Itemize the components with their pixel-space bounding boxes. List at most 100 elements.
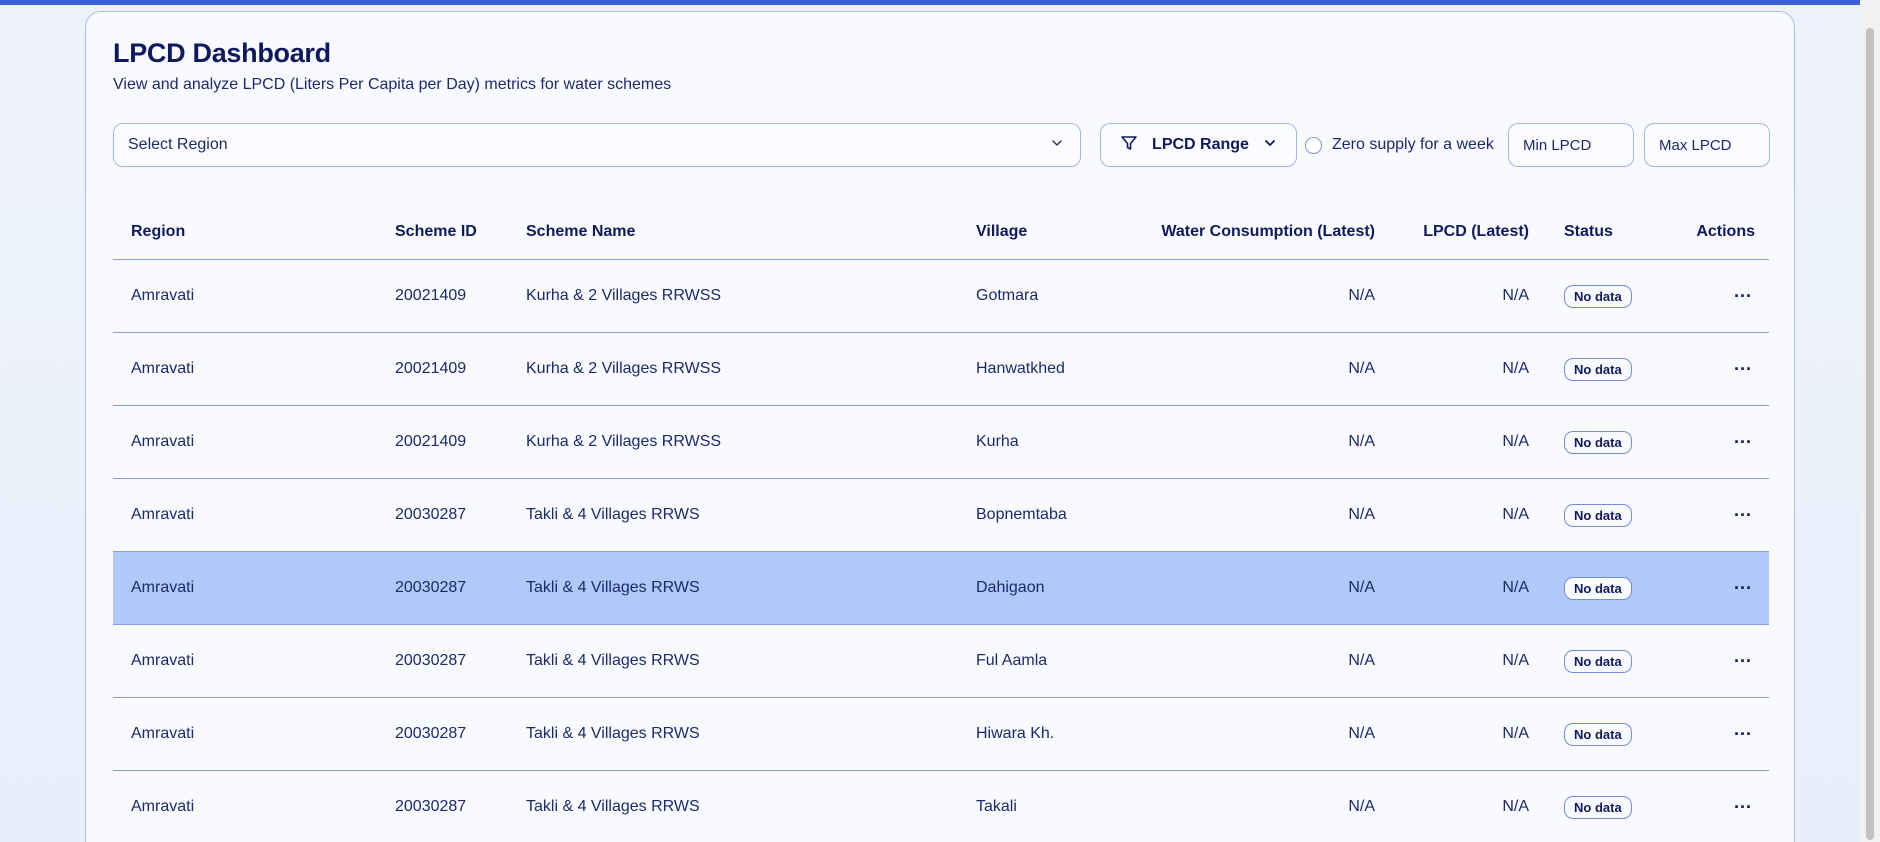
- cell-status: No data: [1529, 770, 1686, 842]
- cell-scheme-name: Takli & 4 Villages RRWS: [526, 624, 976, 698]
- cell-actions: ···: [1686, 551, 1769, 625]
- cell-scheme-id: 20021409: [395, 332, 526, 406]
- more-options-icon[interactable]: ···: [1731, 286, 1755, 307]
- cell-region: Amravati: [113, 405, 395, 479]
- column-header-region[interactable]: Region: [113, 204, 395, 260]
- cell-scheme-id: 20030287: [395, 478, 526, 552]
- min-lpcd-input[interactable]: [1508, 123, 1634, 167]
- cell-lpcd: N/A: [1375, 405, 1529, 479]
- chevron-down-icon: [1263, 136, 1277, 155]
- cell-scheme-id: 20030287: [395, 770, 526, 842]
- filter-icon: [1120, 134, 1138, 157]
- cell-lpcd: N/A: [1375, 697, 1529, 771]
- lpcd-range-button[interactable]: LPCD Range: [1100, 123, 1297, 167]
- top-accent-bar: [0, 0, 1880, 5]
- table-row[interactable]: Amravati 20030287 Takli & 4 Villages RRWS B…: [113, 478, 1769, 552]
- table-row[interactable]: Amravati 20030287 Takli & 4 Villages RRWS T…: [113, 770, 1769, 842]
- scrollbar-thumb[interactable]: [1866, 28, 1874, 840]
- column-header-water-consumption[interactable]: Water Consumption (Latest): [1146, 204, 1375, 260]
- status-badge: No data: [1564, 795, 1632, 819]
- cell-scheme-name: Kurha & 2 Villages RRWSS: [526, 405, 976, 479]
- table-header-row: Region Scheme ID Scheme Name Village Wat…: [113, 204, 1769, 260]
- dashboard-card: LPCD Dashboard View and analyze LPCD (Li…: [85, 11, 1795, 842]
- cell-scheme-name: Takli & 4 Villages RRWS: [526, 697, 976, 771]
- zero-supply-label: Zero supply for a week: [1332, 136, 1494, 153]
- more-options-icon[interactable]: ···: [1731, 578, 1755, 599]
- table-row[interactable]: Amravati 20021409 Kurha & 2 Villages RRWSS…: [113, 259, 1769, 333]
- cell-lpcd: N/A: [1375, 332, 1529, 406]
- more-options-icon[interactable]: ···: [1731, 797, 1755, 818]
- cell-scheme-name: Kurha & 2 Villages RRWSS: [526, 332, 976, 406]
- column-header-scheme-name[interactable]: Scheme Name: [526, 204, 976, 260]
- cell-scheme-name: Takli & 4 Villages RRWS: [526, 551, 976, 625]
- table-row[interactable]: Amravati 20021409 Kurha & 2 Villages RRWSS…: [113, 405, 1769, 479]
- column-header-village[interactable]: Village: [976, 204, 1146, 260]
- status-badge: No data: [1564, 357, 1632, 381]
- more-options-icon[interactable]: ···: [1731, 432, 1755, 453]
- cell-water-consumption: N/A: [1146, 697, 1375, 771]
- cell-village: Takali: [976, 770, 1146, 842]
- cell-water-consumption: N/A: [1146, 551, 1375, 625]
- cell-status: No data: [1529, 624, 1686, 698]
- max-lpcd-input[interactable]: [1644, 123, 1770, 167]
- column-header-lpcd[interactable]: LPCD (Latest): [1375, 204, 1529, 260]
- cell-actions: ···: [1686, 478, 1769, 552]
- cell-village: Dahigaon: [976, 551, 1146, 625]
- status-badge: No data: [1564, 503, 1632, 527]
- zero-supply-radio[interactable]: [1305, 136, 1322, 154]
- cell-status: No data: [1529, 405, 1686, 479]
- status-badge: No data: [1564, 722, 1632, 746]
- column-header-status[interactable]: Status: [1529, 204, 1686, 260]
- more-options-icon[interactable]: ···: [1731, 505, 1755, 526]
- cell-scheme-id: 20030287: [395, 551, 526, 625]
- page-subtitle: View and analyze LPCD (Liters Per Capita…: [113, 76, 672, 93]
- status-badge: No data: [1564, 430, 1632, 454]
- cell-region: Amravati: [113, 697, 395, 771]
- cell-scheme-id: 20021409: [395, 259, 526, 333]
- more-options-icon[interactable]: ···: [1731, 651, 1755, 672]
- chevron-down-icon: [1050, 136, 1064, 155]
- cell-water-consumption: N/A: [1146, 478, 1375, 552]
- cell-village: Kurha: [976, 405, 1146, 479]
- cell-actions: ···: [1686, 770, 1769, 842]
- cell-status: No data: [1529, 259, 1686, 333]
- cell-status: No data: [1529, 332, 1686, 406]
- region-select[interactable]: Select Region: [113, 123, 1081, 167]
- cell-status: No data: [1529, 551, 1686, 625]
- cell-actions: ···: [1686, 405, 1769, 479]
- cell-status: No data: [1529, 697, 1686, 771]
- cell-water-consumption: N/A: [1146, 332, 1375, 406]
- zero-supply-option[interactable]: Zero supply for a week: [1305, 123, 1494, 167]
- cell-village: Gotmara: [976, 259, 1146, 333]
- cell-scheme-name: Kurha & 2 Villages RRWSS: [526, 259, 976, 333]
- cell-scheme-id: 20030287: [395, 624, 526, 698]
- cell-village: Bopnemtaba: [976, 478, 1146, 552]
- column-header-actions: Actions: [1686, 204, 1769, 260]
- status-badge: No data: [1564, 284, 1632, 308]
- cell-scheme-name: Takli & 4 Villages RRWS: [526, 478, 976, 552]
- table-row[interactable]: Amravati 20030287 Takli & 4 Villages RRWS F…: [113, 624, 1769, 698]
- column-header-scheme-id[interactable]: Scheme ID: [395, 204, 526, 260]
- cell-lpcd: N/A: [1375, 551, 1529, 625]
- cell-village: Hanwatkhed: [976, 332, 1146, 406]
- cell-scheme-id: 20030287: [395, 697, 526, 771]
- cell-lpcd: N/A: [1375, 770, 1529, 842]
- cell-region: Amravati: [113, 259, 395, 333]
- vertical-scrollbar[interactable]: [1860, 0, 1880, 842]
- lpcd-table: Region Scheme ID Scheme Name Village Wat…: [113, 204, 1769, 842]
- cell-actions: ···: [1686, 697, 1769, 771]
- cell-region: Amravati: [113, 624, 395, 698]
- table-row[interactable]: Amravati 20030287 Takli & 4 Villages RRWS D…: [113, 551, 1769, 625]
- table-row[interactable]: Amravati 20021409 Kurha & 2 Villages RRWSS…: [113, 332, 1769, 406]
- more-options-icon[interactable]: ···: [1731, 359, 1755, 380]
- cell-actions: ···: [1686, 259, 1769, 333]
- cell-scheme-id: 20021409: [395, 405, 526, 479]
- cell-water-consumption: N/A: [1146, 259, 1375, 333]
- cell-status: No data: [1529, 478, 1686, 552]
- more-options-icon[interactable]: ···: [1731, 724, 1755, 745]
- page-title: LPCD Dashboard: [113, 38, 331, 68]
- cell-water-consumption: N/A: [1146, 770, 1375, 842]
- cell-water-consumption: N/A: [1146, 405, 1375, 479]
- cell-region: Amravati: [113, 770, 395, 842]
- table-row[interactable]: Amravati 20030287 Takli & 4 Villages RRWS H…: [113, 697, 1769, 771]
